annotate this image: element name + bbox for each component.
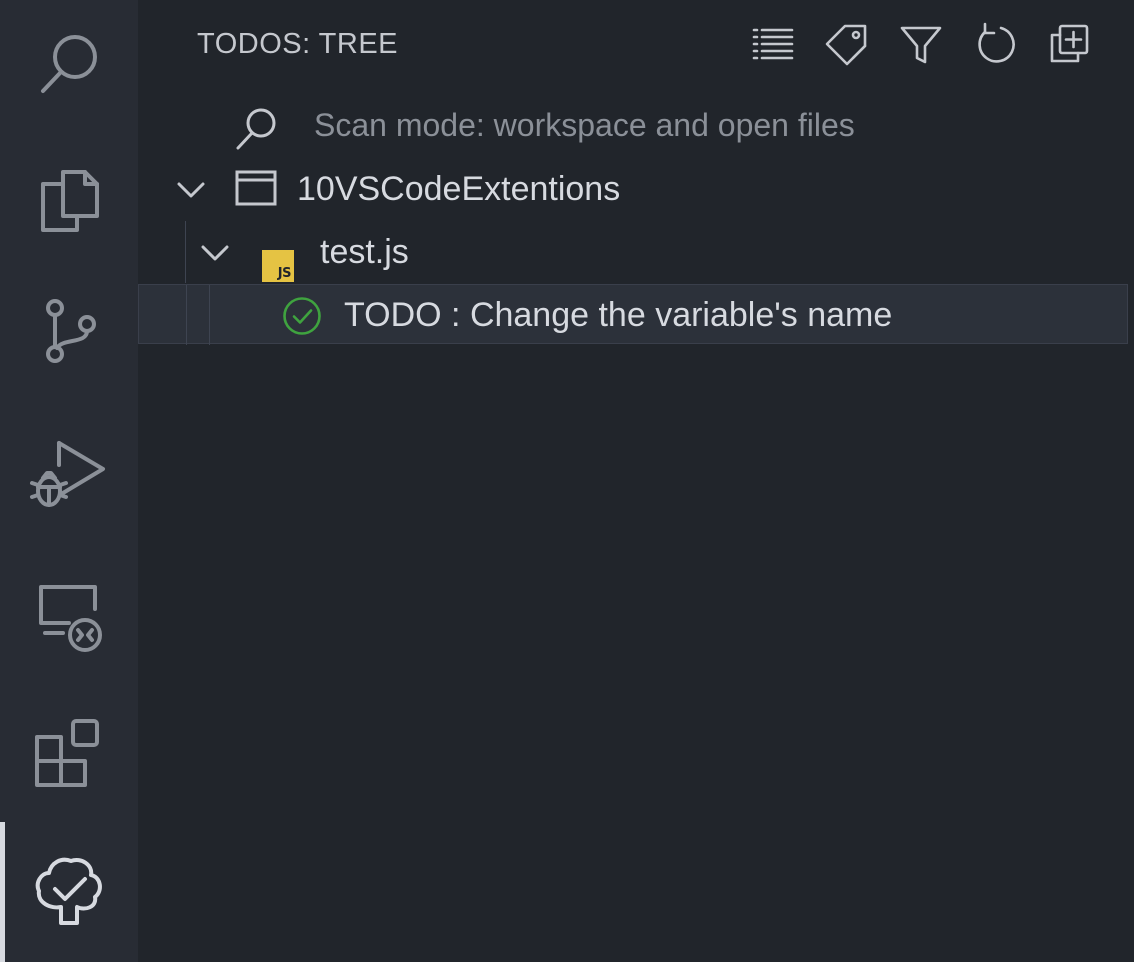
activity-remote-explorer[interactable] xyxy=(0,550,138,680)
extensions-icon xyxy=(35,719,99,787)
view-header: TODOS: TREE xyxy=(138,0,1134,90)
file-label: test.js xyxy=(320,233,409,271)
activity-search[interactable] xyxy=(0,0,138,130)
vscode-window: TODOS: TREE Scan mode: workspace and ope… xyxy=(0,0,1134,962)
refresh-button[interactable] xyxy=(958,18,1032,70)
todo-item-row[interactable]: TODO : Change the variable's name xyxy=(138,284,1128,345)
activity-source-control[interactable] xyxy=(0,265,138,395)
indent-guide xyxy=(209,285,210,345)
activity-run-debug[interactable] xyxy=(0,410,138,540)
scan-mode-row[interactable]: Scan mode: workspace and open files xyxy=(138,95,1128,157)
js-badge-label: JS xyxy=(277,266,292,281)
workspace-label: 10VSCodeExtentions xyxy=(297,170,621,208)
filter-button[interactable] xyxy=(884,18,958,70)
window-icon xyxy=(235,170,277,206)
indent-guide xyxy=(185,221,186,283)
chevron-down-icon[interactable] xyxy=(200,238,230,273)
javascript-file-icon: JS xyxy=(262,250,294,282)
view-as-list-icon xyxy=(752,28,794,60)
activity-todo-tree[interactable] xyxy=(0,826,138,956)
filter-icon xyxy=(900,26,942,64)
indent-guide xyxy=(186,285,187,345)
activity-explorer[interactable] xyxy=(0,135,138,265)
tag-button[interactable] xyxy=(810,18,884,70)
remote-explorer-icon xyxy=(39,585,102,652)
todo-tree-panel: TODOS: TREE Scan mode: workspace and ope… xyxy=(138,0,1134,962)
chevron-down-icon[interactable] xyxy=(176,175,206,210)
tag-icon xyxy=(825,24,867,66)
files-icon xyxy=(41,170,99,232)
expand-all-button[interactable] xyxy=(1032,18,1106,70)
source-control-icon xyxy=(46,299,96,363)
expand-all-icon xyxy=(1050,24,1089,63)
view-title: TODOS: TREE xyxy=(197,28,399,60)
scan-mode-label: Scan mode: workspace and open files xyxy=(314,107,855,143)
todo-item-label: TODO : Change the variable's name xyxy=(344,296,893,334)
todo-tree-icon xyxy=(35,857,102,925)
check-circle-icon xyxy=(283,297,321,335)
activity-bar xyxy=(0,0,138,962)
workspace-row[interactable]: 10VSCodeExtentions xyxy=(138,158,1128,220)
run-debug-icon xyxy=(30,441,105,507)
activity-extensions[interactable] xyxy=(0,690,138,820)
search-icon xyxy=(41,35,97,93)
refresh-icon xyxy=(978,22,1015,63)
search-icon xyxy=(236,108,276,150)
view-toolbar xyxy=(736,18,1106,70)
view-as-list-button[interactable] xyxy=(736,18,810,70)
file-row[interactable]: JS test.js xyxy=(138,221,1128,283)
